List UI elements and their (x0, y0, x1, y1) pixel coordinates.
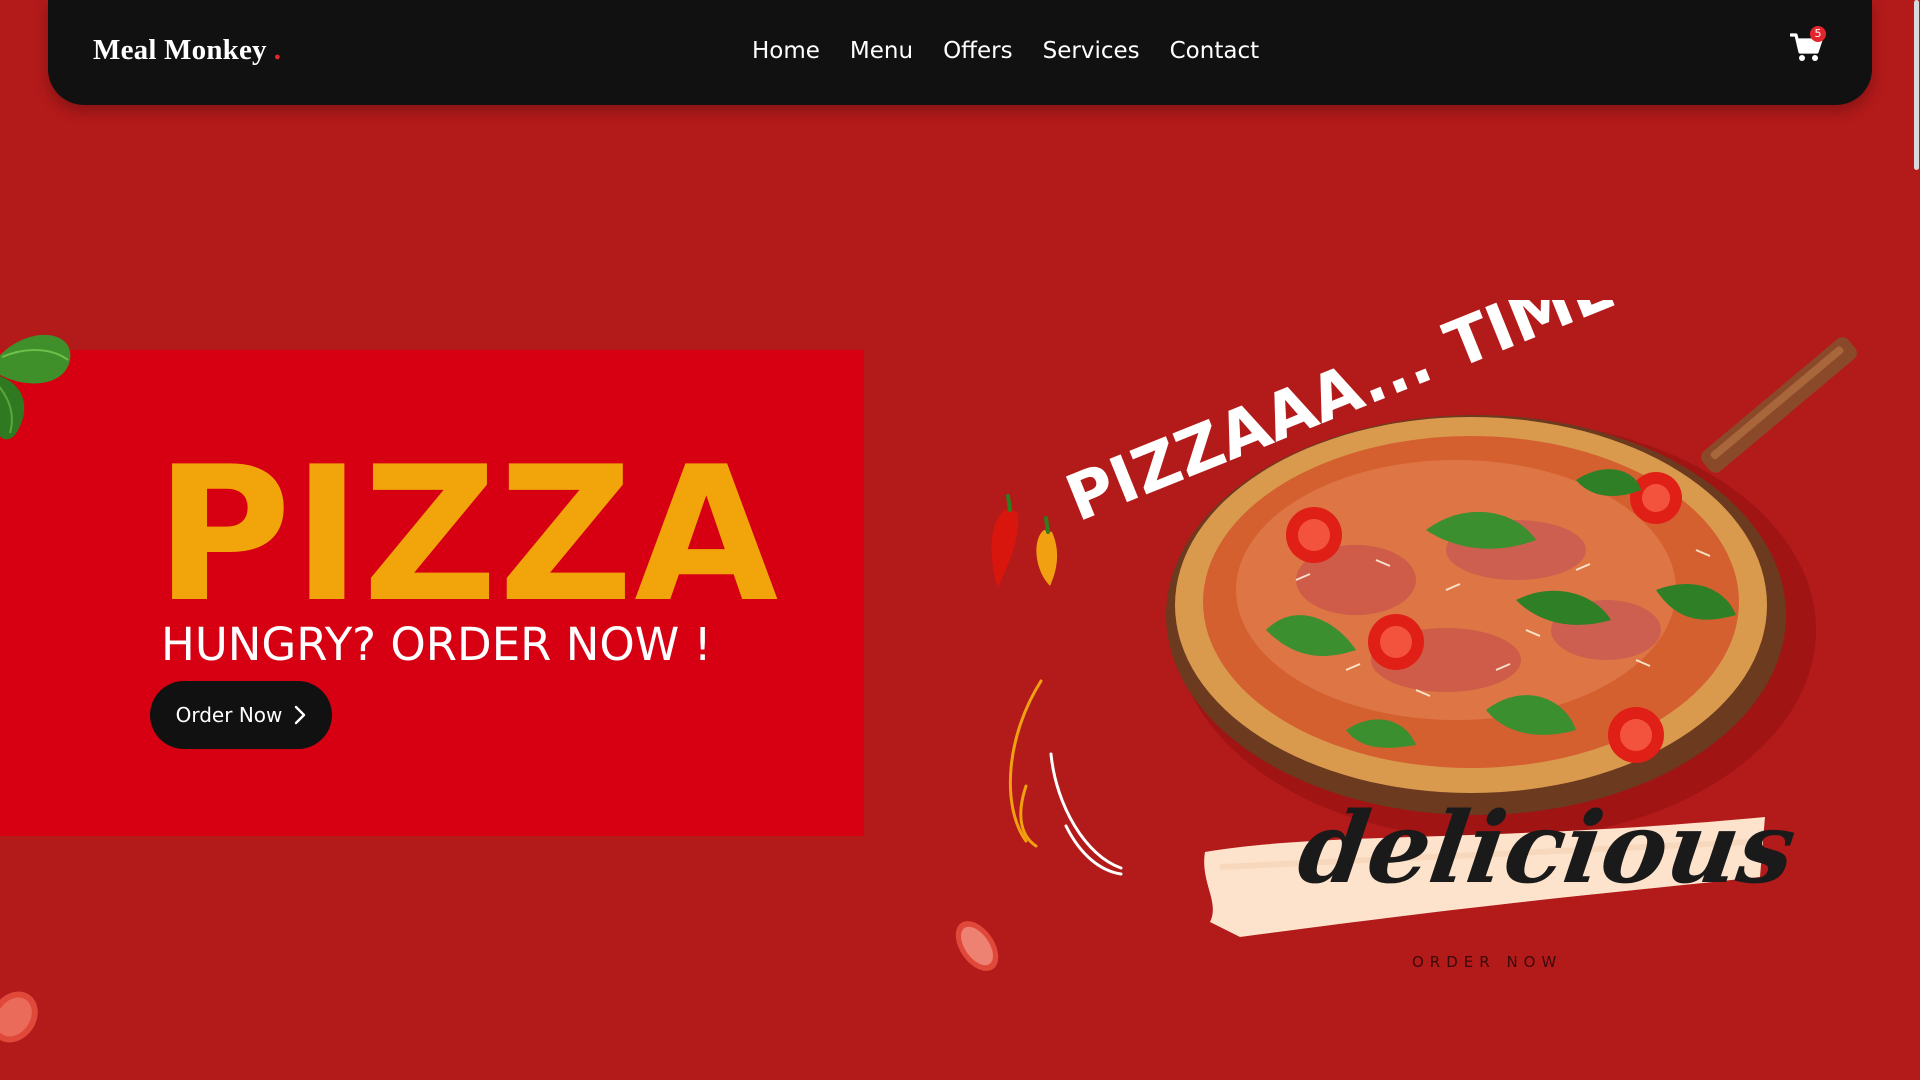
brand-logo[interactable]: Meal Monkey. (93, 34, 281, 67)
nav-services[interactable]: Services (1043, 38, 1140, 64)
cart-count-badge: 5 (1810, 26, 1826, 42)
chevron-right-icon (295, 705, 306, 725)
nav-links: Home Menu Offers Services Contact (752, 38, 1259, 64)
order-now-label: Order Now (175, 703, 283, 727)
hero-subtitle: HUNGRY? ORDER NOW ! (161, 618, 712, 671)
cart-button[interactable]: 5 (1789, 26, 1830, 72)
navbar: Meal Monkey. Home Menu Offers Services C… (48, 0, 1872, 105)
page: Meal Monkey. Home Menu Offers Services C… (0, 0, 1920, 1080)
order-now-button[interactable]: Order Now (150, 681, 332, 749)
motion-swoosh-decoration (1008, 679, 1123, 876)
nav-menu[interactable]: Menu (850, 38, 913, 64)
nav-offers[interactable]: Offers (943, 38, 1013, 64)
chili-peppers-decoration (991, 494, 1058, 588)
pepperoni-slice-decoration (955, 921, 999, 971)
page-scrollbar[interactable] (1912, 0, 1920, 1080)
brand-name: Meal Monkey (93, 34, 267, 66)
scrollbar-thumb[interactable] (1914, 0, 1919, 170)
pizza-time-headline: PIZZAAA... TIME (1062, 300, 1625, 537)
pizza-time-headline-graphic: PIZZAAA... TIME (1062, 300, 1625, 537)
basil-leaf-decoration (0, 334, 71, 440)
delicious-tagline: delicious (1291, 791, 1803, 906)
order-now-link[interactable]: ORDER NOW (1412, 953, 1562, 971)
pepperoni-slice-decoration (0, 991, 38, 1043)
nav-contact[interactable]: Contact (1170, 38, 1259, 64)
hero-title: PIZZA (155, 426, 780, 643)
brand-dot: . (273, 34, 282, 66)
nav-home[interactable]: Home (752, 38, 820, 64)
